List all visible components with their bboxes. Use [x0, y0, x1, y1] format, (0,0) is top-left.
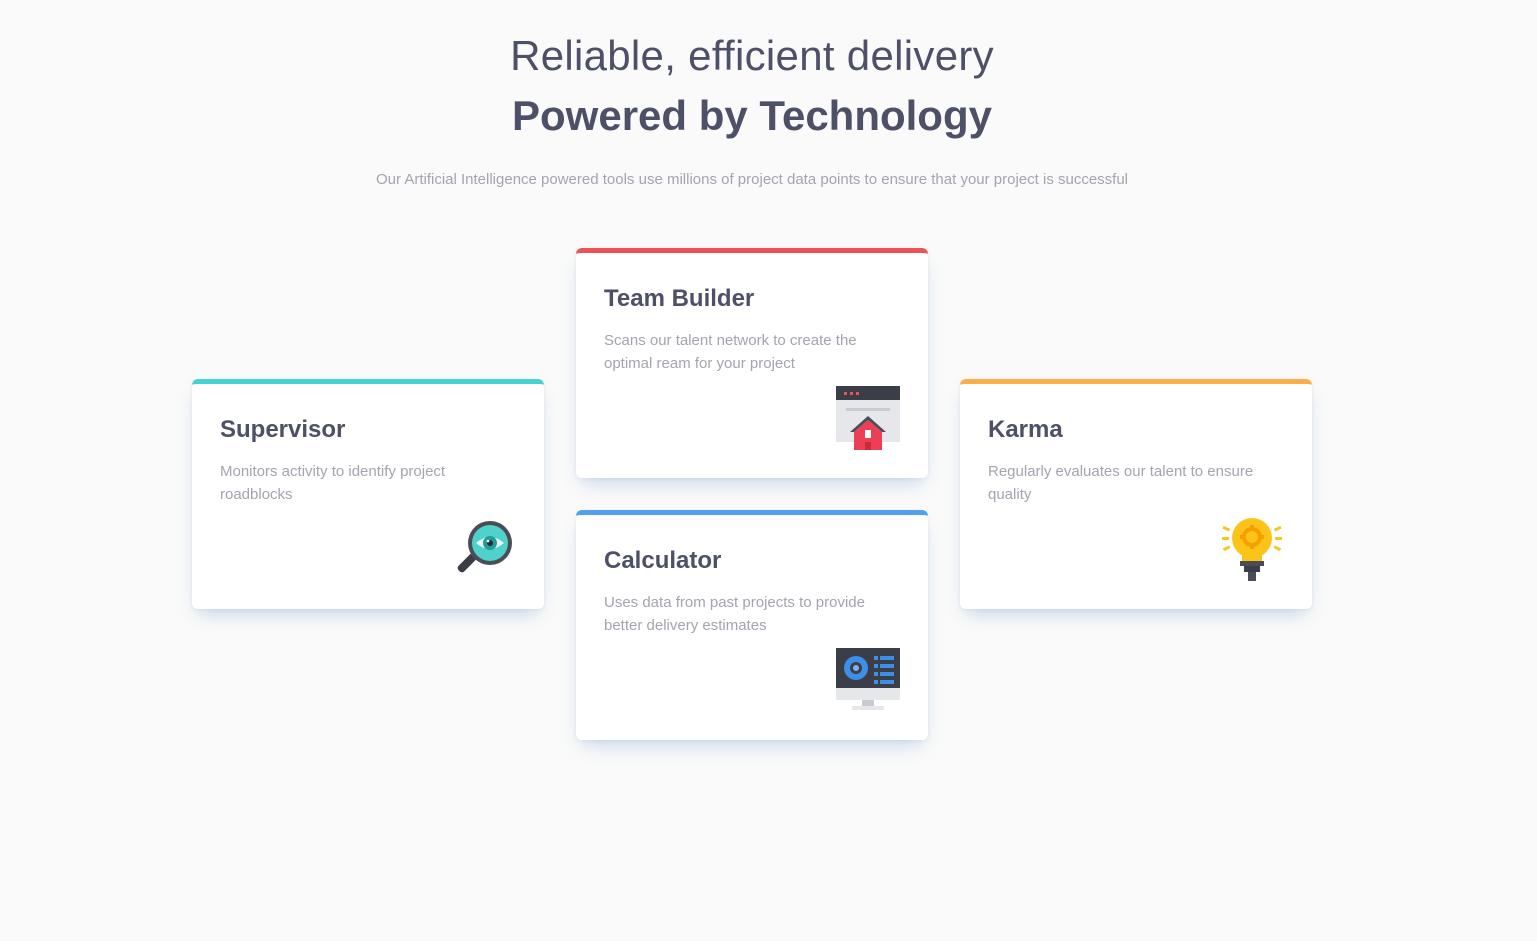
browser-home-icon — [836, 386, 900, 450]
card-title: Karma — [988, 416, 1063, 443]
card-karma: Karma Regularly evaluates our talent to … — [960, 379, 1312, 609]
header-tagline: Reliable, efficient delivery — [510, 32, 994, 79]
monitor-dashboard-icon — [836, 648, 900, 712]
magnifier-eye-icon — [452, 517, 516, 581]
header-description: Our Artificial Intelligence powered tool… — [375, 171, 1129, 188]
card-description: Monitors activity to identify project ro… — [220, 463, 446, 503]
lightbulb-icon — [1220, 517, 1284, 581]
card-title: Supervisor — [220, 416, 346, 443]
section-header: Reliable, efficient delivery Powered by … — [0, 28, 1504, 192]
card-title: Team Builder — [604, 285, 755, 312]
card-team-builder: Team Builder Scans our talent network to… — [576, 248, 928, 478]
page: Reliable, efficient delivery Powered by … — [0, 0, 1537, 941]
card-description: Scans our talent network to create the o… — [604, 332, 857, 372]
card-description: Regularly evaluates our talent to ensure… — [988, 463, 1254, 503]
header-title: Powered by Technology — [512, 92, 992, 139]
card-title: Calculator — [604, 547, 722, 574]
card-description: Uses data from past projects to provide … — [604, 594, 865, 634]
card-calculator: Calculator Uses data from past projects … — [576, 510, 928, 740]
card-supervisor: Supervisor Monitors activity to identify… — [192, 379, 544, 609]
